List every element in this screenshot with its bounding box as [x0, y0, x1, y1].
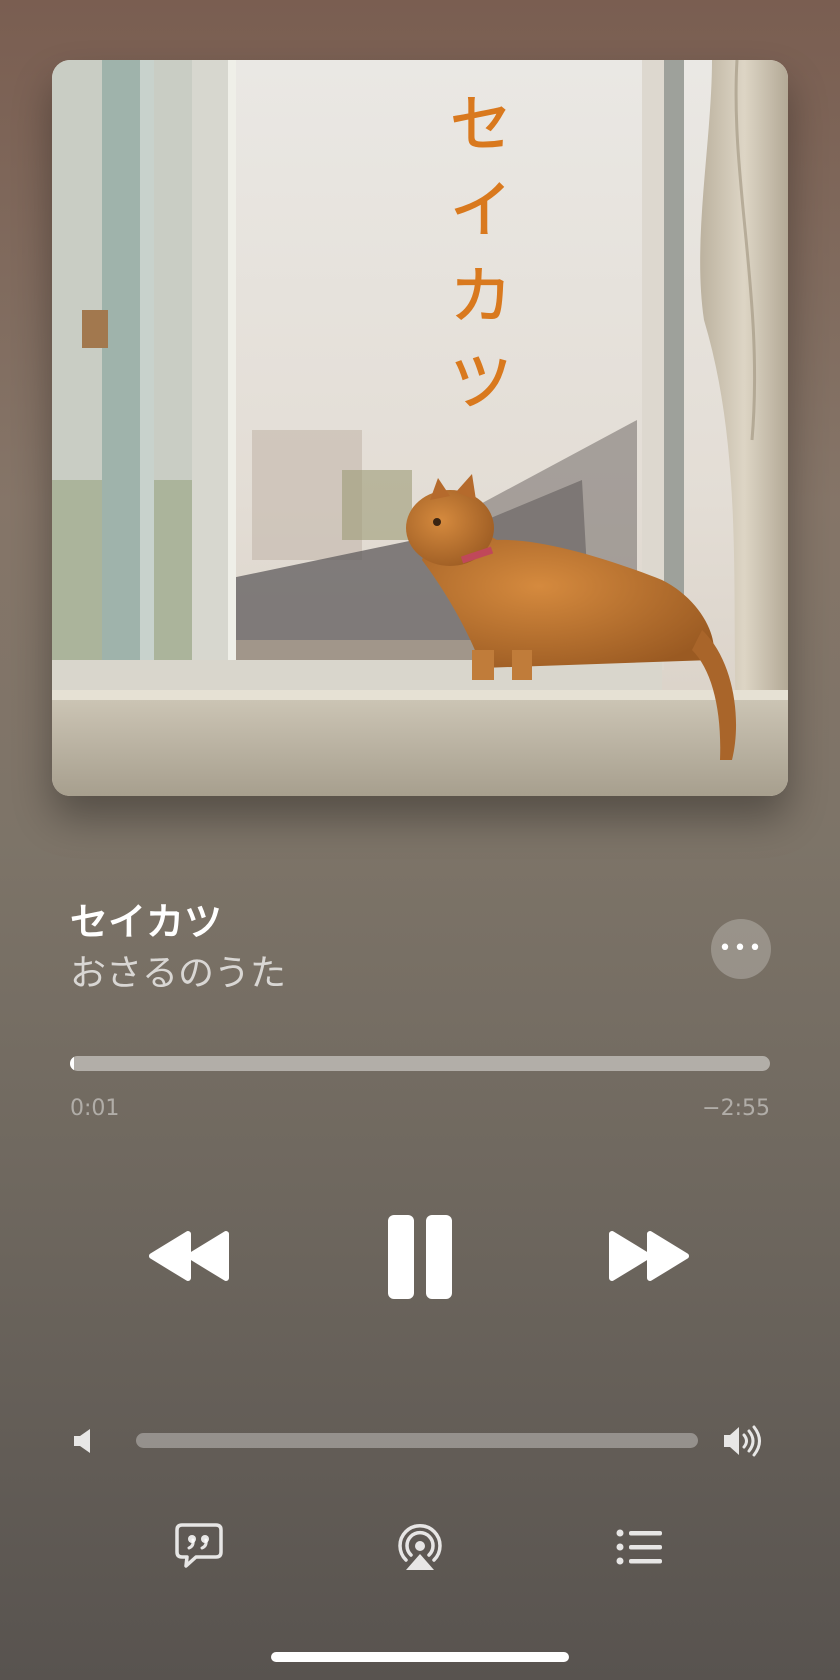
album-artwork[interactable]: セイカツ: [52, 60, 788, 796]
speaker-high-icon: [724, 1425, 761, 1457]
more-options-button[interactable]: •••: [711, 919, 771, 979]
artwork-title-text: セイカツ: [438, 90, 513, 435]
artwork-illustration: [52, 60, 788, 796]
lyrics-button[interactable]: [174, 1522, 224, 1574]
remaining-time: −2:55: [702, 1096, 770, 1121]
pause-icon: [388, 1215, 452, 1299]
backward-icon: [149, 1231, 229, 1281]
track-info: セイカツ おさるのうた: [70, 898, 286, 1000]
speaker-low-icon: [74, 1429, 90, 1453]
play-pause-button[interactable]: [386, 1213, 454, 1301]
forward-icon: [609, 1231, 689, 1281]
ellipsis-icon: •••: [718, 936, 764, 961]
previous-track-button[interactable]: [146, 1230, 232, 1282]
lyrics-icon: [175, 1523, 223, 1568]
volume-slider[interactable]: [136, 1433, 698, 1448]
elapsed-time: 0:01: [70, 1096, 120, 1121]
airplay-icon: [398, 1523, 442, 1570]
volume-max-button[interactable]: [722, 1424, 766, 1462]
playback-progress-fill: [70, 1056, 75, 1071]
queue-list-icon: [616, 1529, 662, 1565]
playback-scrubber[interactable]: [70, 1056, 770, 1071]
track-title: セイカツ: [70, 900, 223, 944]
volume-min-button[interactable]: [72, 1427, 94, 1459]
queue-button[interactable]: [616, 1528, 664, 1570]
next-track-button[interactable]: [606, 1230, 692, 1282]
airplay-button[interactable]: [396, 1522, 444, 1576]
track-artist[interactable]: おさるのうた: [70, 948, 286, 1000]
home-indicator[interactable]: [271, 1652, 569, 1662]
